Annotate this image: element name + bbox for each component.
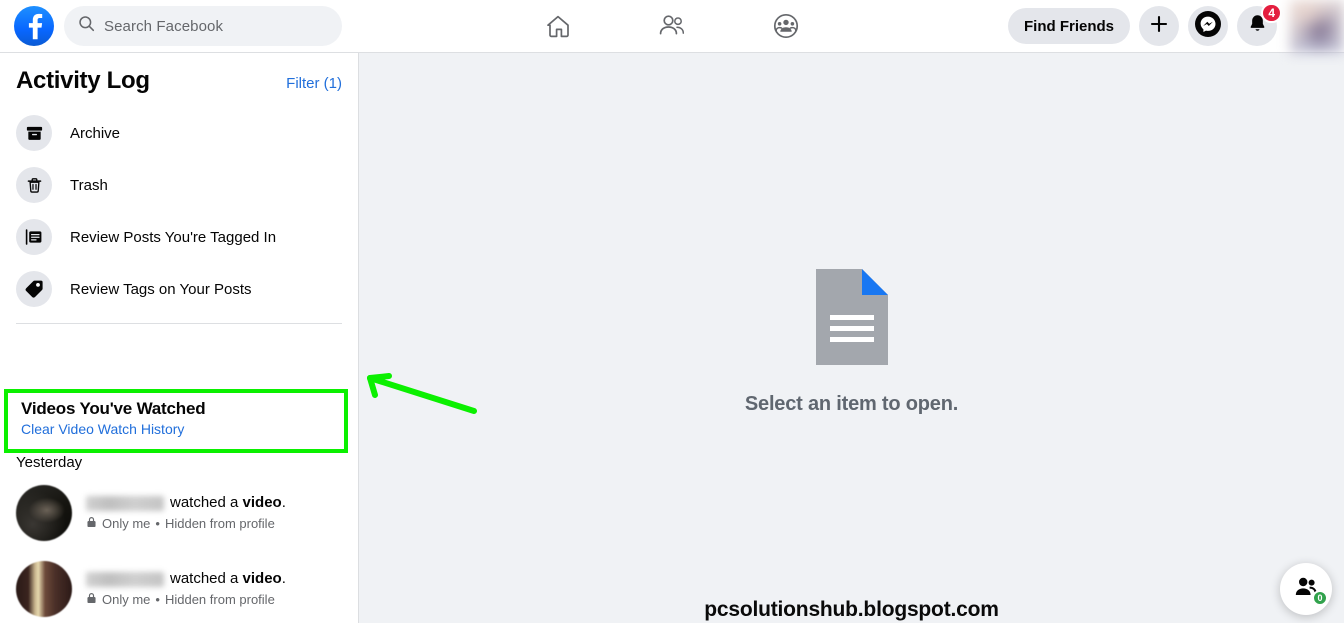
empty-state-text: Select an item to open. bbox=[744, 393, 959, 415]
sidebar-item-label: Archive bbox=[70, 124, 121, 142]
header-actions-group: Find Friends 4 bbox=[1008, 0, 1344, 53]
notifications-button[interactable]: 4 bbox=[1237, 3, 1282, 46]
search-placeholder: Search Facebook bbox=[104, 17, 224, 35]
videos-watched-title[interactable]: Videos You've Watched bbox=[21, 399, 344, 419]
list-item[interactable]: watched a video. Only me • Hidden from p… bbox=[0, 479, 358, 555]
videos-youve-watched-highlight[interactable]: Videos You've Watched Clear Video Watch … bbox=[4, 389, 348, 453]
search-input[interactable]: Search Facebook bbox=[64, 6, 342, 46]
highlight-content: Videos You've Watched Clear Video Watch … bbox=[8, 393, 344, 437]
contacts-fab-button[interactable]: 0 bbox=[1280, 563, 1332, 615]
page-title: Activity Log bbox=[16, 67, 150, 94]
sidebar-item-archive[interactable]: Archive bbox=[0, 107, 358, 159]
archive-box-icon bbox=[16, 115, 52, 151]
plus-icon bbox=[1149, 14, 1169, 39]
sidebar-item-review-posts-tagged-in[interactable]: Review Posts You're Tagged In bbox=[0, 211, 358, 263]
main-content-area: Select an item to open. pcsolutionshub.b… bbox=[359, 53, 1344, 623]
sidebar-item-label: Trash bbox=[70, 176, 108, 194]
activity-headline: watched a video. bbox=[86, 494, 342, 511]
post-review-icon bbox=[16, 219, 52, 255]
profile-avatar[interactable] bbox=[1290, 0, 1344, 53]
sidebar-divider bbox=[16, 323, 342, 324]
activity-meta: Only me • Hidden from profile bbox=[86, 592, 342, 607]
meta-separator: • bbox=[155, 592, 160, 607]
tag-icon bbox=[16, 271, 52, 307]
header-nav-group bbox=[535, 3, 809, 49]
visibility-label: Hidden from profile bbox=[164, 592, 275, 607]
watermark-text: pcsolutionshub.blogspot.com bbox=[704, 598, 999, 621]
video-thumbnail bbox=[16, 561, 72, 617]
sidebar-item-label: Review Tags on Your Posts bbox=[70, 280, 252, 298]
messenger-icon bbox=[1195, 10, 1221, 42]
actor-name bbox=[86, 496, 164, 511]
activity-action: watched a video. bbox=[170, 494, 286, 511]
action-prefix: watched a bbox=[170, 570, 243, 587]
activity-list: watched a video. Only me • Hidden from p… bbox=[0, 479, 358, 623]
search-icon bbox=[78, 15, 95, 37]
groups-icon[interactable] bbox=[763, 3, 809, 49]
activity-body: watched a video. Only me • Hidden from p… bbox=[86, 561, 342, 607]
activity-body: watched a video. Only me • Hidden from p… bbox=[86, 485, 342, 531]
sidebar-header: Activity Log Filter (1) bbox=[0, 53, 358, 95]
top-navigation-bar: Search Facebook Find Friends 4 bbox=[0, 0, 1344, 53]
filter-link[interactable]: Filter (1) bbox=[286, 75, 342, 92]
sidebar-item-review-tags-on-posts[interactable]: Review Tags on Your Posts bbox=[0, 263, 358, 315]
facebook-logo-icon[interactable] bbox=[14, 6, 54, 46]
header-left-group: Search Facebook bbox=[0, 6, 342, 46]
action-prefix: watched a bbox=[170, 494, 243, 511]
activity-meta: Only me • Hidden from profile bbox=[86, 516, 342, 531]
messenger-button[interactable] bbox=[1188, 6, 1228, 46]
clear-video-watch-history-link[interactable]: Clear Video Watch History bbox=[21, 421, 344, 437]
privacy-label: Only me bbox=[102, 592, 151, 607]
meta-separator: • bbox=[155, 516, 160, 531]
video-thumbnail bbox=[16, 485, 72, 541]
sidebar-item-trash[interactable]: Trash bbox=[0, 159, 358, 211]
home-icon[interactable] bbox=[535, 3, 581, 49]
empty-state: Select an item to open. bbox=[359, 269, 1344, 416]
activity-action: watched a video. bbox=[170, 570, 286, 587]
notification-count-badge: 4 bbox=[1261, 3, 1282, 23]
sidebar-menu: Archive Trash Review Posts You're Tagged… bbox=[0, 95, 358, 315]
action-suffix: . bbox=[281, 494, 286, 511]
lock-icon bbox=[86, 592, 97, 607]
day-group-label: Yesterday bbox=[16, 454, 83, 471]
trash-icon bbox=[16, 167, 52, 203]
action-object: video bbox=[242, 494, 282, 511]
list-item[interactable]: watched a video. Only me • Hidden from p… bbox=[0, 555, 358, 623]
visibility-label: Hidden from profile bbox=[164, 516, 275, 531]
action-object: video bbox=[242, 570, 282, 587]
friends-icon[interactable] bbox=[649, 3, 695, 49]
privacy-label: Only me bbox=[102, 516, 151, 531]
find-friends-button[interactable]: Find Friends bbox=[1008, 8, 1130, 44]
create-button[interactable] bbox=[1139, 6, 1179, 46]
action-suffix: . bbox=[281, 570, 286, 587]
contacts-count-badge: 0 bbox=[1312, 590, 1328, 606]
activity-log-sidebar: Activity Log Filter (1) Archive Trash Re… bbox=[0, 53, 359, 623]
lock-icon bbox=[86, 516, 97, 531]
sidebar-item-label: Review Posts You're Tagged In bbox=[70, 228, 277, 246]
document-icon bbox=[815, 269, 888, 365]
activity-headline: watched a video. bbox=[86, 570, 342, 587]
actor-name bbox=[86, 572, 164, 587]
